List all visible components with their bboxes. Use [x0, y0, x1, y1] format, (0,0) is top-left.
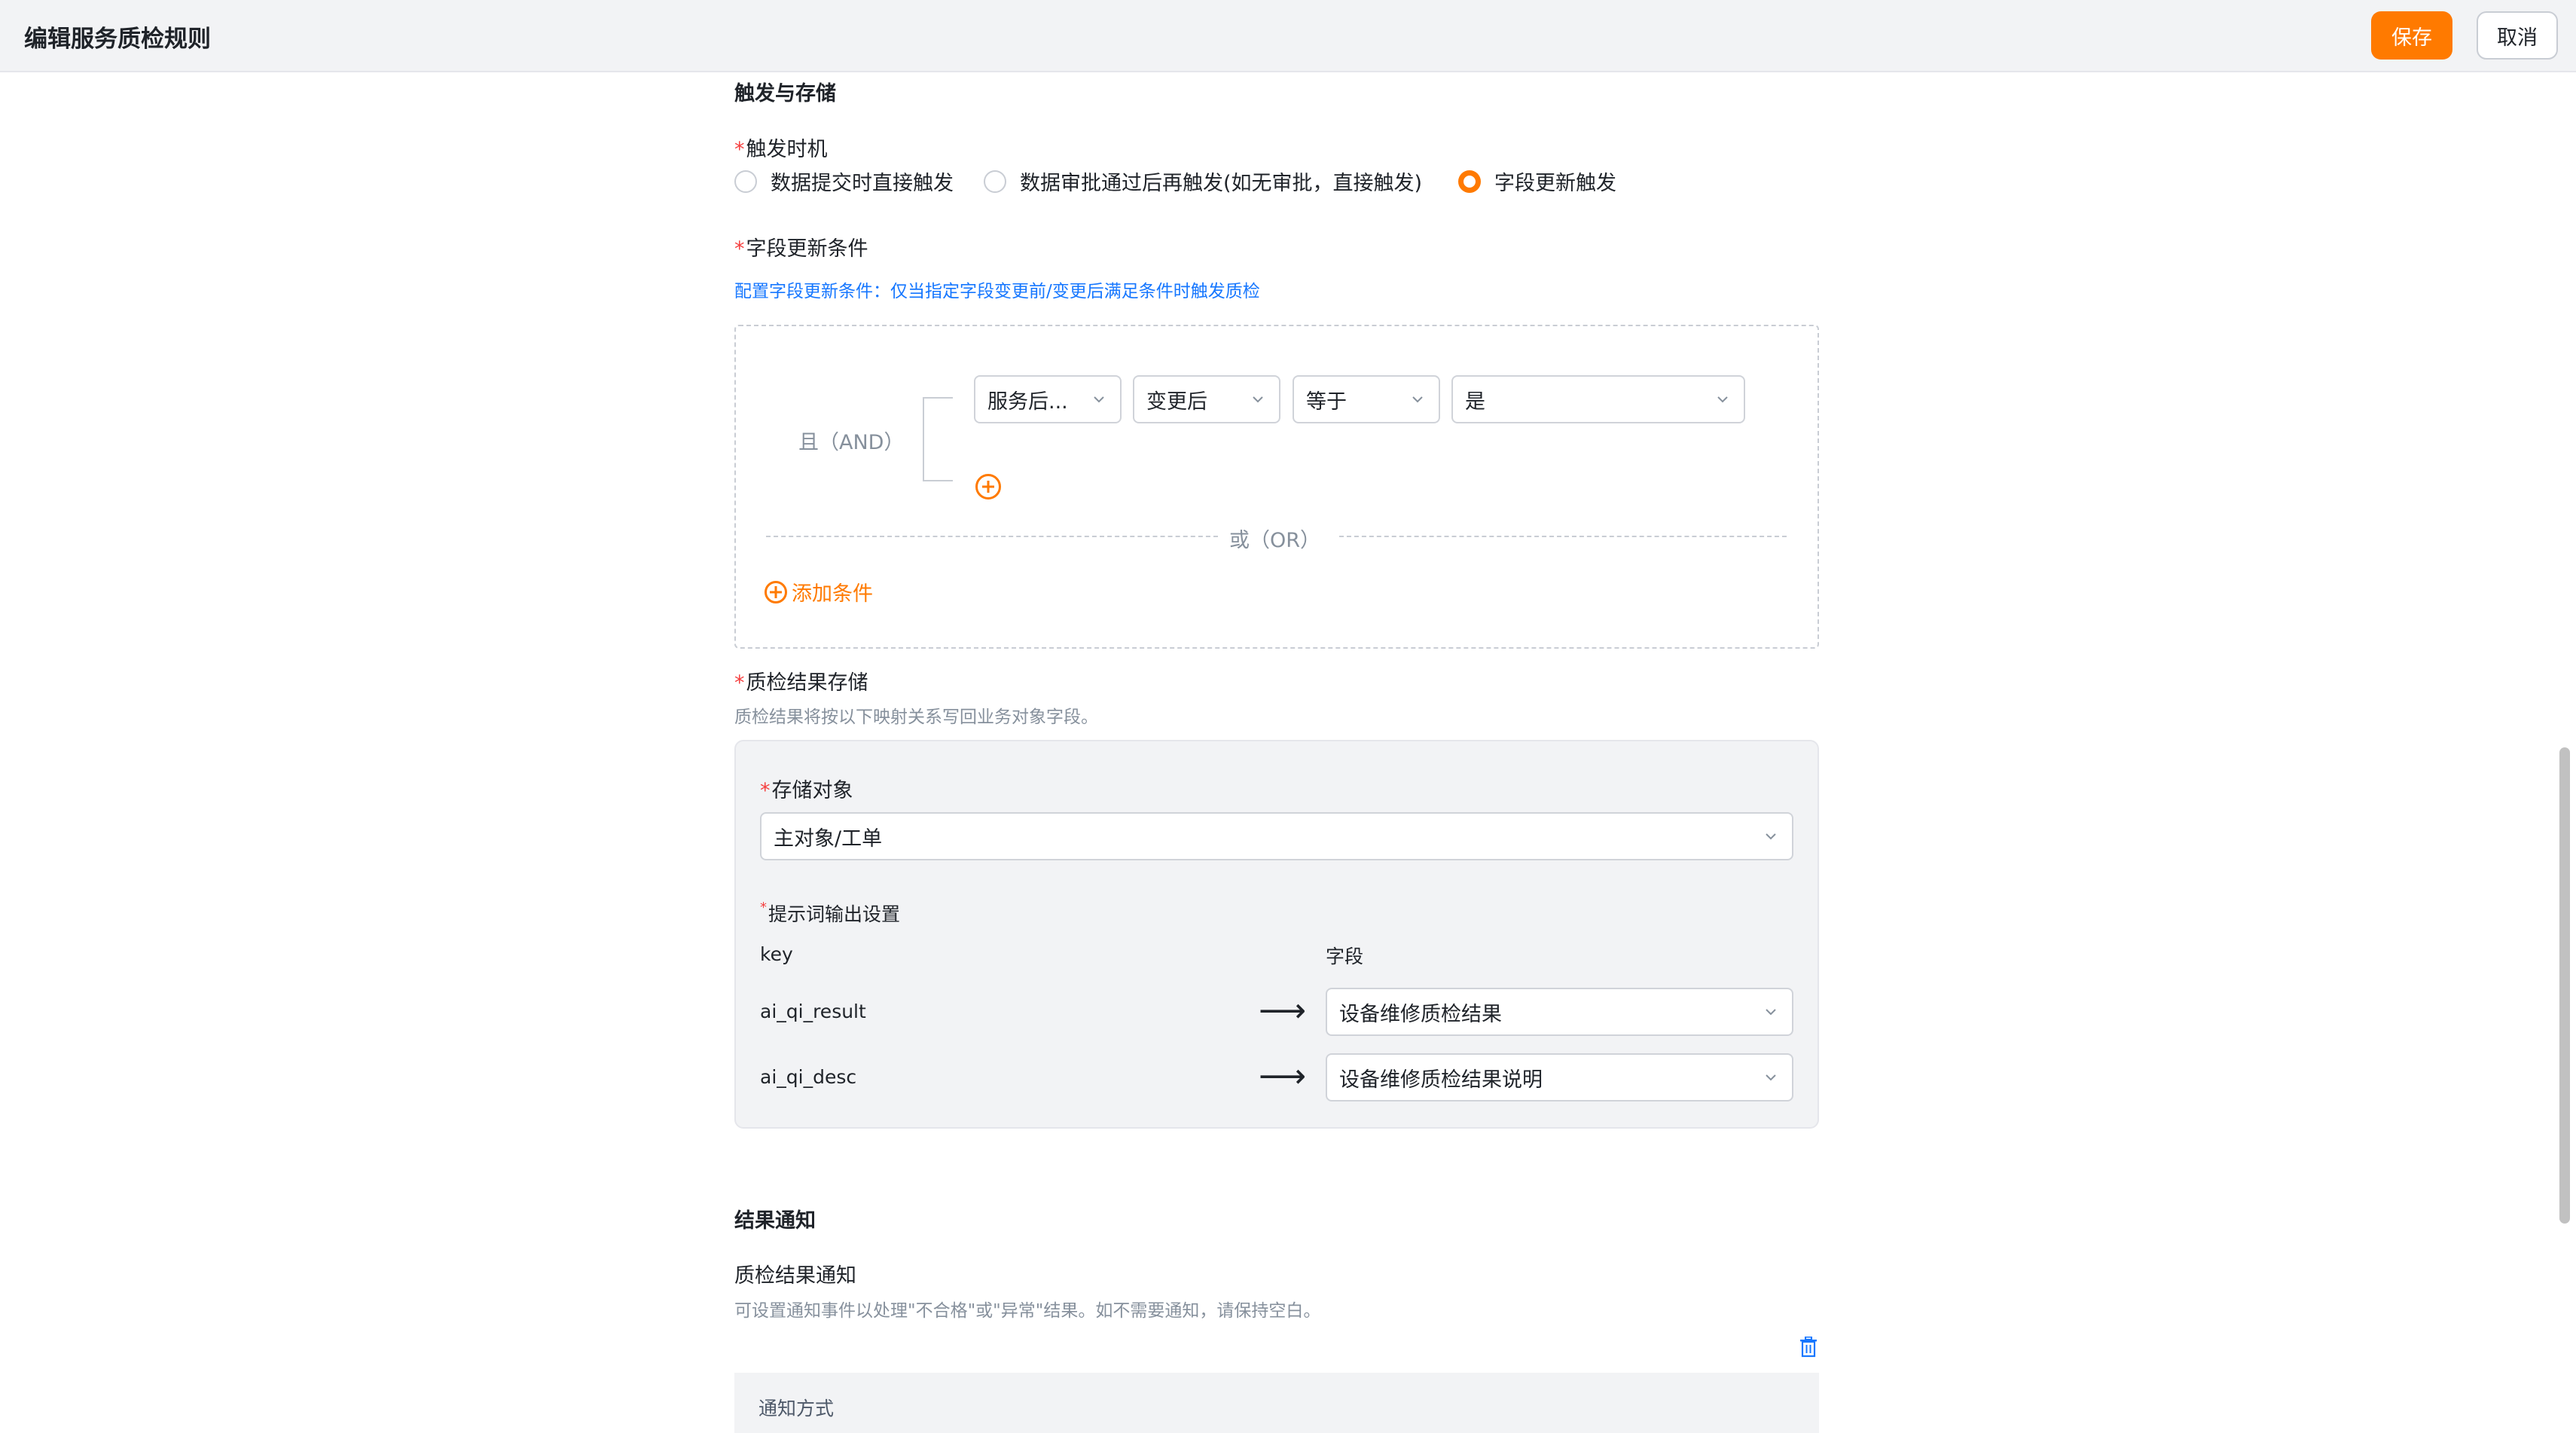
add-condition-label: 添加条件	[792, 582, 873, 606]
add-and-condition-icon[interactable]	[975, 474, 1001, 500]
trigger-timing-label: *触发时机	[734, 138, 828, 161]
radio-field-update-trigger[interactable]: 字段更新触发	[1458, 167, 1616, 196]
page-header: 编辑服务质检规则 保存 取消	[0, 0, 2576, 72]
column-header-key: key	[760, 943, 793, 965]
scrollbar-thumb[interactable]	[2559, 747, 2570, 1224]
radio-label: 数据提交时直接触发	[771, 172, 954, 195]
storage-object-select[interactable]: 主对象/工单	[760, 812, 1793, 860]
radio-approval-trigger[interactable]: 数据审批通过后再触发(如无审批，直接触发)	[984, 167, 1422, 196]
field-update-label: *字段更新条件	[734, 237, 868, 261]
or-label: 或（OR）	[1229, 529, 1321, 552]
notification-panel: 通知方式	[734, 1373, 1819, 1433]
or-divider-right	[1339, 536, 1787, 537]
condition-timing-select[interactable]: 变更后	[1133, 375, 1280, 423]
and-bracket	[923, 397, 953, 481]
chevron-down-icon	[1253, 396, 1263, 403]
section-title-trigger-storage: 触发与存储	[734, 82, 836, 105]
radio-circle[interactable]	[734, 170, 757, 193]
column-header-field: 字段	[1326, 946, 1364, 967]
arrow-right-icon: ⟶	[1259, 1057, 1307, 1095]
notification-hint: 可设置通知事件以处理"不合格"或"异常"结果。如不需要通知，请保持空白。	[734, 1301, 1321, 1321]
chevron-down-icon	[1094, 396, 1104, 403]
prompt-output-label: *提示词输出设置	[760, 900, 901, 925]
chevron-down-icon	[1766, 1074, 1776, 1081]
plus-circle-icon	[765, 580, 787, 603]
notification-method-label: 通知方式	[758, 1398, 835, 1419]
chevron-down-icon	[1717, 396, 1728, 403]
cancel-button[interactable]: 取消	[2477, 11, 2558, 60]
result-storage-hint: 质检结果将按以下映射关系写回业务对象字段。	[734, 707, 1098, 727]
add-condition-button[interactable]: 添加条件	[765, 577, 873, 607]
chevron-down-icon	[1412, 396, 1423, 403]
mapping-field-select[interactable]: 设备维修质检结果	[1326, 988, 1793, 1036]
field-update-hint: 配置字段更新条件：仅当指定字段变更前/变更后满足条件时触发质检	[734, 282, 1260, 301]
radio-circle-checked[interactable]	[1458, 170, 1481, 193]
chevron-down-icon	[1766, 1009, 1776, 1016]
save-button[interactable]: 保存	[2371, 11, 2452, 60]
result-storage-label: *质检结果存储	[734, 671, 868, 695]
radio-submit-trigger[interactable]: 数据提交时直接触发	[734, 167, 954, 196]
arrow-right-icon: ⟶	[1259, 991, 1307, 1030]
mapping-field-select[interactable]: 设备维修质检结果说明	[1326, 1053, 1793, 1101]
mapping-key: ai_qi_desc	[760, 1066, 857, 1088]
trash-icon[interactable]	[1799, 1337, 1818, 1358]
and-label: 且（AND）	[798, 431, 905, 454]
condition-operator-select[interactable]: 等于	[1293, 375, 1440, 423]
condition-value-select[interactable]: 是	[1451, 375, 1745, 423]
notification-label: 质检结果通知	[734, 1264, 856, 1288]
section-title-notification: 结果通知	[734, 1209, 816, 1233]
storage-object-label: *存储对象	[760, 779, 853, 802]
radio-label: 数据审批通过后再触发(如无审批，直接触发)	[1020, 172, 1423, 195]
or-divider-left	[766, 536, 1218, 537]
mapping-key: ai_qi_result	[760, 1001, 866, 1022]
page-title: 编辑服务质检规则	[24, 26, 211, 53]
radio-circle[interactable]	[984, 170, 1006, 193]
condition-field-select[interactable]: 服务后...	[974, 375, 1122, 423]
radio-label: 字段更新触发	[1494, 172, 1616, 195]
condition-group-box	[734, 325, 1819, 649]
chevron-down-icon	[1766, 833, 1776, 840]
